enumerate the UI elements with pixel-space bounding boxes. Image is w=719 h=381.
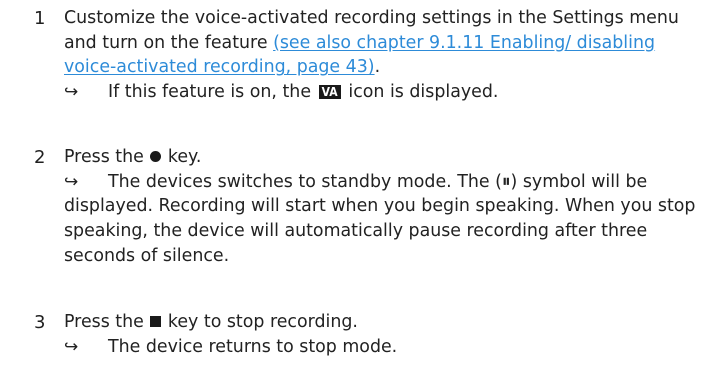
- step-body: Customize the voice-activated recording …: [64, 6, 704, 105]
- standby-symbol-icon: (⏸): [495, 171, 518, 192]
- instruction-page: 1 Customize the voice-activated recordin…: [0, 0, 719, 381]
- result-arrow-icon: ↪: [64, 171, 79, 192]
- result-arrow-icon: ↪: [64, 336, 79, 357]
- result-text: The device returns to stop mode.: [108, 336, 398, 357]
- instruction-text: Press the: [64, 312, 150, 332]
- step-result: ↪ The devices switches to standby mode. T…: [64, 170, 704, 269]
- step-instruction: Customize the voice-activated recording …: [64, 6, 704, 80]
- step-instruction: Press the key.: [64, 145, 704, 170]
- step-number: 1: [34, 8, 46, 29]
- step-result: ↪ The device returns to stop mode.: [64, 335, 704, 360]
- result-arrow-icon: ↪: [64, 82, 79, 103]
- step-number: 3: [34, 312, 46, 333]
- result-text: If this feature is on, the: [108, 82, 317, 103]
- step-body: Press the key to stop recording. ↪ The de…: [64, 310, 704, 359]
- instruction-text-end: key to stop recording.: [162, 312, 358, 332]
- stop-key-icon: [150, 316, 162, 327]
- step-number: 2: [34, 147, 46, 168]
- step-body: Press the key. ↪ The devices switches to …: [64, 145, 704, 269]
- instruction-text-end: .: [374, 57, 381, 78]
- result-text: The devices switches to standby mode. Th…: [108, 171, 496, 192]
- va-icon: VA: [318, 85, 341, 100]
- step-instruction: Press the key to stop recording.: [64, 310, 704, 335]
- instruction-text: Press the: [64, 147, 150, 167]
- record-key-icon: [150, 151, 162, 162]
- step-result: ↪ If this feature is on, the VA icon is d…: [64, 80, 704, 105]
- instruction-text-end: key.: [162, 147, 202, 167]
- result-text-end: icon is displayed.: [342, 82, 499, 103]
